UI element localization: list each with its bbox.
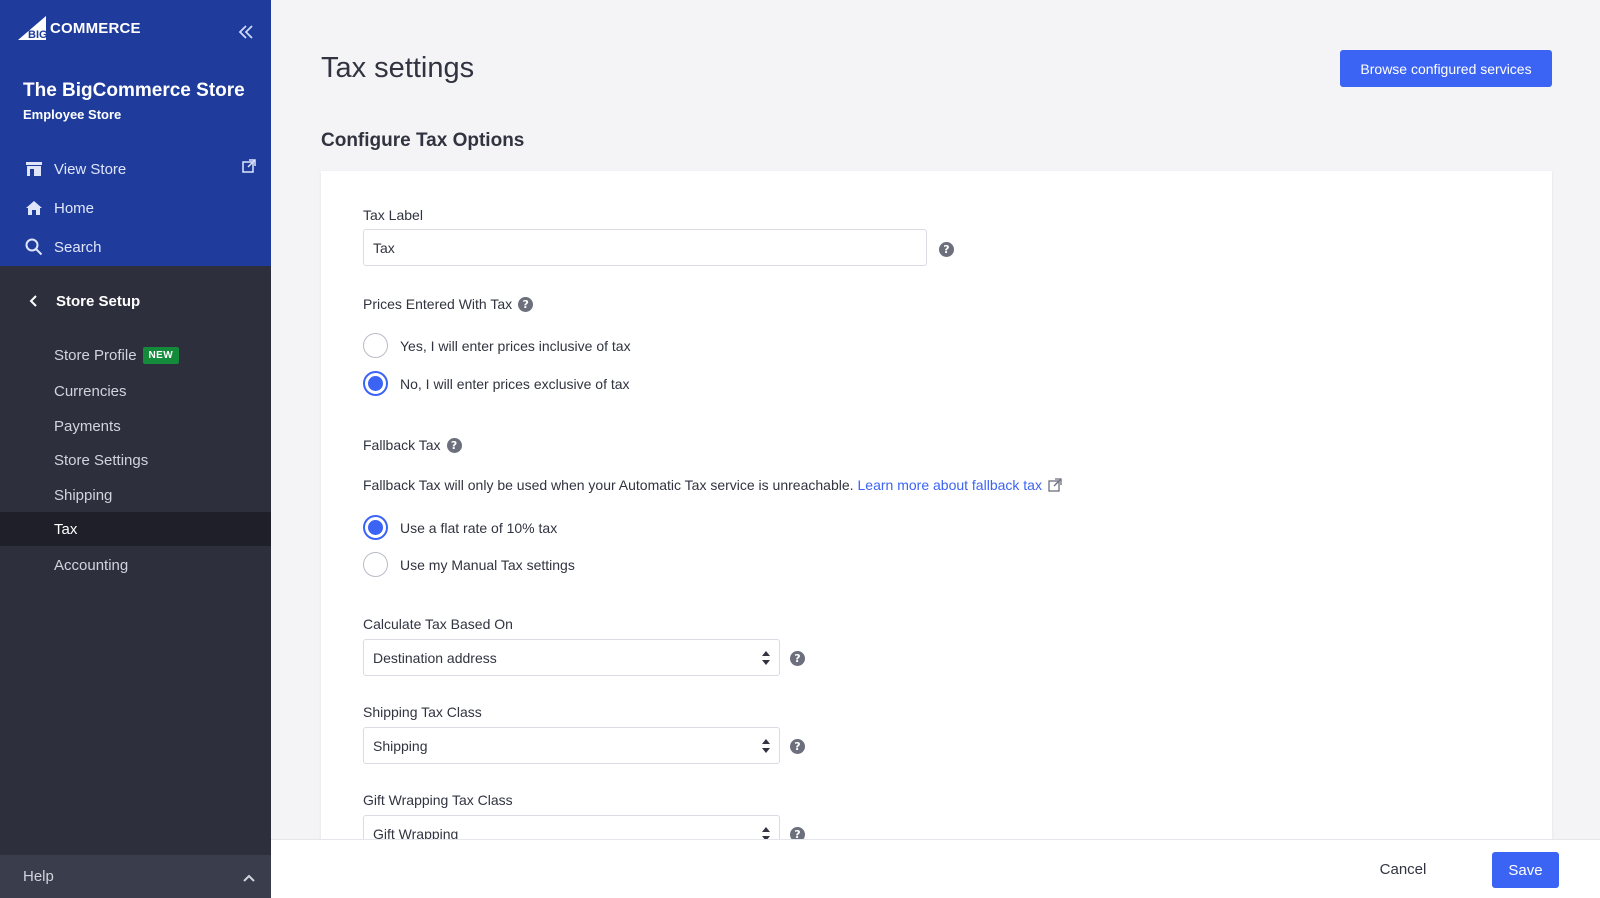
gift-wrapping-tax-class-label: Gift Wrapping Tax Class [363, 792, 513, 808]
flat-rate-radio[interactable]: Use a flat rate of 10% tax [363, 515, 557, 540]
fallback-tax-label: Fallback Tax ? [363, 437, 462, 453]
search-label: Search [54, 238, 102, 256]
fallback-tax-description: Fallback Tax will only be used when your… [363, 477, 1062, 493]
sidebar-item-payments[interactable]: Payments [0, 409, 271, 443]
store-name: The BigCommerce Store [23, 80, 245, 101]
section-heading: Configure Tax Options [321, 130, 525, 151]
save-button[interactable]: Save [1492, 852, 1559, 888]
radio-dot [368, 376, 383, 391]
store-subtitle: Employee Store [23, 107, 122, 122]
sidebar-item-label: Store Settings [54, 451, 149, 469]
sidebar-item-accounting[interactable]: Accounting [0, 548, 271, 582]
question-icon[interactable]: ? [790, 739, 805, 754]
home-icon [24, 198, 44, 218]
radio-label: Use my Manual Tax settings [400, 556, 575, 573]
search-link[interactable]: Search [24, 233, 256, 261]
radio-button[interactable] [363, 515, 388, 540]
storefront-icon [24, 159, 44, 179]
external-link-icon [242, 159, 256, 177]
action-footer: Cancel Save [271, 839, 1600, 898]
double-chevron-left-icon [238, 25, 253, 39]
radio-button[interactable] [363, 371, 388, 396]
external-link-icon [1048, 478, 1062, 492]
section-title: Store Setup [56, 292, 141, 310]
sidebar-header: BIG COMMERCE The BigCommerce Store Emplo… [0, 0, 271, 266]
browse-configured-services-button[interactable]: Browse configured services [1340, 50, 1552, 87]
sidebar-item-store-settings[interactable]: Store Settings [0, 443, 271, 477]
help-menu[interactable]: Help [0, 855, 271, 898]
radio-label: Yes, I will enter prices inclusive of ta… [400, 337, 631, 354]
prices-entered-text: Prices Entered With Tax [363, 296, 513, 312]
bigcommerce-logo[interactable]: BIG COMMERCE [16, 14, 141, 42]
radio-label: Use a flat rate of 10% tax [400, 519, 558, 536]
sidebar-item-shipping[interactable]: Shipping [0, 478, 271, 512]
question-icon[interactable]: ? [790, 651, 805, 666]
home-label: Home [54, 199, 95, 217]
shipping-tax-class-select[interactable]: Shipping [363, 727, 780, 764]
tax-label-text: Tax Label [363, 207, 423, 223]
learn-more-text: Learn more about fallback tax [857, 477, 1042, 493]
select-value: Destination address [373, 649, 497, 666]
select-value: Shipping [373, 737, 428, 754]
sidebar-item-label: Tax [54, 520, 78, 538]
sidebar-item-currencies[interactable]: Currencies [0, 374, 271, 408]
learn-more-fallback-link[interactable]: Learn more about fallback tax [858, 477, 1062, 493]
fallback-description-text: Fallback Tax will only be used when your… [363, 477, 854, 493]
fallback-tax-text: Fallback Tax [363, 437, 441, 453]
prices-exclusive-radio[interactable]: No, I will enter prices exclusive of tax [363, 371, 630, 396]
radio-button[interactable] [363, 552, 388, 577]
gift-wrapping-tax-class-text: Gift Wrapping Tax Class [363, 792, 513, 808]
search-icon [24, 237, 44, 257]
sidebar-item-label: Accounting [54, 556, 129, 574]
calculate-tax-select[interactable]: Destination address [363, 639, 780, 676]
chevron-left-icon [28, 294, 44, 308]
calculate-tax-text: Calculate Tax Based On [363, 616, 513, 632]
sidebar-item-label: Shipping [54, 486, 113, 504]
help-label: Help [23, 868, 54, 885]
prices-inclusive-radio[interactable]: Yes, I will enter prices inclusive of ta… [363, 333, 631, 358]
store-setup-back-button[interactable]: Store Setup [28, 288, 140, 314]
chevron-up-icon [243, 869, 255, 886]
home-link[interactable]: Home [24, 194, 256, 222]
tax-options-card: Tax Label ? Prices Entered With Tax ? Ye… [321, 171, 1552, 841]
page-title: Tax settings [321, 52, 475, 84]
calculate-tax-label: Calculate Tax Based On [363, 616, 513, 632]
cancel-button[interactable]: Cancel [1368, 852, 1438, 887]
sidebar-item-label: Store Profile [54, 346, 137, 364]
tax-label-field-label: Tax Label [363, 207, 423, 223]
select-arrows-icon [761, 737, 771, 758]
tax-label-input[interactable] [363, 229, 927, 266]
new-badge: NEW [142, 346, 180, 364]
radio-label: No, I will enter prices exclusive of tax [400, 375, 630, 392]
collapse-sidebar-button[interactable] [236, 22, 256, 42]
shipping-tax-class-label: Shipping Tax Class [363, 704, 482, 720]
sidebar-item-tax[interactable]: Tax [0, 512, 271, 546]
select-arrows-icon [761, 649, 771, 670]
question-icon[interactable]: ? [518, 296, 534, 312]
gift-wrapping-tax-class-select[interactable]: Gift Wrapping [363, 815, 780, 841]
radio-dot [368, 520, 383, 535]
shipping-tax-class-text: Shipping Tax Class [363, 704, 482, 720]
sidebar-item-label: Payments [54, 417, 121, 435]
prices-entered-label: Prices Entered With Tax ? [363, 296, 534, 312]
view-store-label: View Store [54, 160, 127, 178]
question-icon[interactable]: ? [939, 242, 954, 257]
svg-text:BIG: BIG [28, 29, 48, 41]
radio-button[interactable] [363, 333, 388, 358]
question-icon[interactable]: ? [446, 437, 462, 453]
manual-tax-radio[interactable]: Use my Manual Tax settings [363, 552, 575, 577]
sidebar-item-store-profile[interactable]: Store Profile NEW [0, 338, 271, 372]
sidebar-item-label: Currencies [54, 382, 127, 400]
logo-text: COMMERCE [50, 19, 141, 37]
view-store-link[interactable]: View Store [24, 155, 256, 183]
sidebar: BIG COMMERCE The BigCommerce Store Emplo… [0, 0, 271, 898]
